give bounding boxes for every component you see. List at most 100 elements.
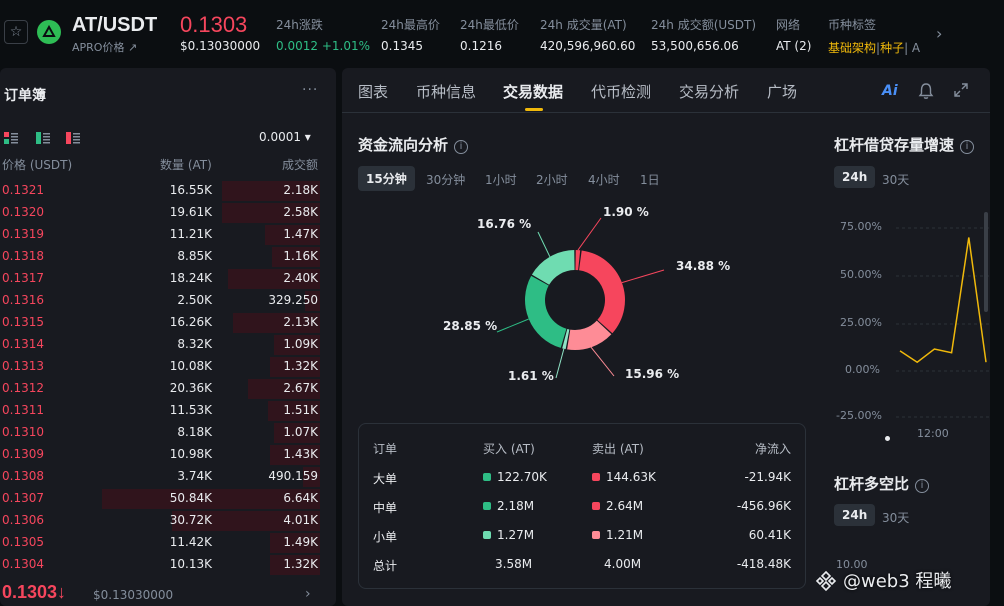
expand-icon[interactable]	[953, 82, 969, 98]
last-price: 0.1303	[180, 12, 248, 37]
table-cell-sell-value: 2.64M	[606, 499, 644, 513]
tab-token-check[interactable]: 代币检测	[591, 81, 651, 102]
interval-4h[interactable]: 4小时	[588, 171, 620, 188]
ask-qty: 19.61K	[169, 205, 212, 219]
stat-value-network[interactable]: AT (2)	[776, 39, 811, 53]
table-cell-sell: 1.21M	[592, 528, 643, 542]
donut-slice[interactable]	[525, 275, 567, 348]
ask-row[interactable]: 0.1312 20.36K 2.67K	[0, 377, 320, 399]
leverage-period-30d[interactable]: 30天	[882, 171, 909, 188]
longshort-period-30d[interactable]: 30天	[882, 509, 909, 526]
stat-value-low: 0.1216	[460, 39, 502, 53]
col-header-qty: 数量 (AT)	[160, 158, 212, 172]
scrollbar-thumb[interactable]	[984, 212, 988, 312]
table-cell-buy-value: 122.70K	[497, 470, 547, 484]
ask-row[interactable]: 0.1309 10.98K 1.43K	[0, 443, 320, 465]
tab-square[interactable]: 广场	[767, 81, 797, 102]
donut-slice[interactable]	[531, 250, 575, 285]
active-tab-underline	[525, 108, 543, 111]
stat-value-high: 0.1345	[381, 39, 423, 53]
tab-trade-analysis[interactable]: 交易分析	[679, 81, 739, 102]
ask-qty: 20.36K	[169, 381, 212, 395]
flow-table: 订单 买入 (AT) 卖出 (AT) 净流入 大单 122.70K 144.63K -…	[358, 423, 806, 589]
ask-amount: 1.07K	[283, 425, 318, 439]
pager-dot[interactable]	[885, 436, 890, 441]
legend-swatch	[592, 502, 600, 510]
coin-price-link[interactable]: APRO价格 ↗	[72, 39, 137, 55]
table-cell-net: -21.94K	[744, 470, 791, 484]
favorite-star-icon[interactable]: ☆	[4, 20, 28, 44]
tab-coin-info[interactable]: 币种信息	[416, 81, 476, 102]
ask-row[interactable]: 0.1314 8.32K 1.09K	[0, 333, 320, 355]
table-cell-sell-value: 144.63K	[606, 470, 656, 484]
y-tick-label: -25.00%	[836, 409, 882, 422]
ask-row[interactable]: 0.1320 19.61K 2.58K	[0, 201, 320, 223]
tabs-divider	[342, 112, 990, 113]
ask-row[interactable]: 0.1318 8.85K 1.16K	[0, 245, 320, 267]
ask-price: 0.1314	[2, 337, 44, 351]
ask-qty: 18.24K	[169, 271, 212, 285]
tab-chart[interactable]: 图表	[358, 81, 388, 102]
bell-icon[interactable]	[918, 82, 934, 100]
ask-price: 0.1309	[2, 447, 44, 461]
leverage-period-24h[interactable]: 24h	[834, 166, 876, 188]
ask-row[interactable]: 0.1317 18.24K 2.40K	[0, 267, 320, 289]
orderbook-both-icon[interactable]	[4, 132, 18, 144]
ask-row[interactable]: 0.1321 16.55K 2.18K	[0, 179, 320, 201]
orderbook-sell-icon[interactable]	[66, 132, 80, 144]
orderbook-last-price[interactable]: 0.1303↓	[2, 582, 66, 603]
ask-row[interactable]: 0.1307 50.84K 6.64K	[0, 487, 320, 509]
ask-amount: 329.250	[268, 293, 318, 307]
ask-amount: 2.18K	[283, 183, 318, 197]
ask-row[interactable]: 0.1315 16.26K 2.13K	[0, 311, 320, 333]
ask-row[interactable]: 0.1306 30.72K 4.01K	[0, 509, 320, 531]
interval-15m[interactable]: 15分钟	[358, 166, 415, 191]
info-icon[interactable]: i	[915, 479, 930, 493]
ask-price: 0.1304	[2, 557, 44, 571]
market-header: ☆ AT/USDT APRO价格 ↗ 0.1303 $0.13030000 24…	[0, 0, 1004, 64]
ask-row[interactable]: 0.1305 11.42K 1.49K	[0, 531, 320, 553]
info-icon[interactable]: i	[454, 140, 469, 154]
stat-value-change: 0.0012 +1.01%	[276, 39, 371, 53]
interval-30m[interactable]: 30分钟	[426, 171, 465, 188]
ask-row[interactable]: 0.1313 10.08K 1.32K	[0, 355, 320, 377]
table-cell-buy-value: 3.58M	[495, 557, 533, 571]
ask-row[interactable]: 0.1304 10.13K 1.32K	[0, 553, 320, 575]
ask-amount: 490.159	[268, 469, 318, 483]
header-scroll-right-icon[interactable]: ›	[936, 24, 942, 43]
donut-slice[interactable]	[579, 250, 625, 334]
ask-row[interactable]: 0.1316 2.50K 329.250	[0, 289, 320, 311]
donut-slice-label: 34.88 %	[676, 259, 731, 273]
stat-label-low: 24h最低价	[460, 18, 519, 32]
interval-1h[interactable]: 1小时	[485, 171, 517, 188]
ask-row[interactable]: 0.1311 11.53K 1.51K	[0, 399, 320, 421]
y-tick-label: 0.00%	[845, 363, 880, 376]
orderbook-more-icon[interactable]: ···	[302, 82, 318, 98]
ask-price: 0.1313	[2, 359, 44, 373]
tab-trading-data[interactable]: 交易数据	[503, 81, 563, 102]
orderbook-buy-icon[interactable]	[36, 132, 50, 144]
ask-row[interactable]: 0.1310 8.18K 1.07K	[0, 421, 320, 443]
info-icon[interactable]: i	[960, 140, 975, 154]
table-header-buy: 买入 (AT)	[483, 442, 535, 456]
ask-price: 0.1317	[2, 271, 44, 285]
table-cell-sell: 144.63K	[592, 470, 656, 484]
table-cell-order-type-value: 小单	[373, 530, 398, 544]
table-cell-buy-value: 1.27M	[497, 528, 535, 542]
table-cell-order-type: 大单	[373, 470, 397, 487]
longshort-period-24h[interactable]: 24h	[834, 504, 876, 526]
stat-value-turnover: 53,500,656.06	[651, 39, 739, 53]
ai-icon[interactable]: Ai	[882, 83, 898, 99]
ask-price: 0.1312	[2, 381, 44, 395]
tick-size-select[interactable]: 0.0001 ▾	[259, 130, 311, 144]
leverage-line-chart	[896, 227, 990, 418]
ask-row[interactable]: 0.1319 11.21K 1.47K	[0, 223, 320, 245]
ask-amount: 1.51K	[283, 403, 318, 417]
interval-2h[interactable]: 2小时	[536, 171, 568, 188]
interval-1d[interactable]: 1日	[640, 171, 660, 188]
donut-slice-label: 1.61 %	[508, 369, 554, 383]
stat-value-tags[interactable]: 基础架构|种子| A	[828, 39, 936, 56]
ask-row[interactable]: 0.1308 3.74K 490.159	[0, 465, 320, 487]
chevron-right-icon[interactable]: ›	[305, 586, 311, 602]
ask-qty: 11.42K	[169, 535, 212, 549]
